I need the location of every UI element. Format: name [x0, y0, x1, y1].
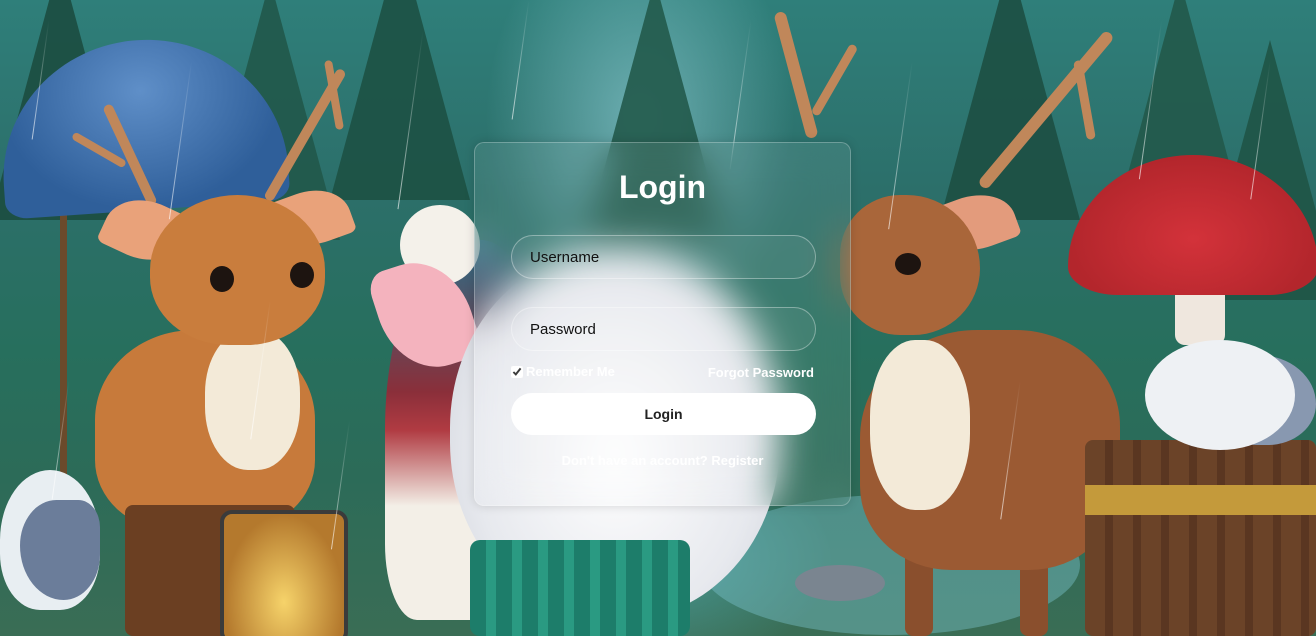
remember-me-checkbox[interactable]	[511, 365, 523, 378]
cat-scarf	[470, 540, 690, 636]
username-input[interactable]	[511, 235, 816, 279]
deer-chest	[205, 330, 300, 470]
barrel-band	[1085, 485, 1316, 515]
password-input[interactable]	[511, 307, 816, 351]
tree-shape	[330, 0, 470, 200]
register-prompt-text: Don't have an account?	[561, 453, 708, 468]
remember-me-label: Remember Me	[526, 364, 615, 379]
forgot-password-link[interactable]: Forgot Password	[708, 365, 814, 380]
register-prompt: Don't have an account? Register	[475, 453, 850, 468]
login-button[interactable]: Login	[511, 393, 816, 435]
bird	[1145, 340, 1295, 450]
remember-me[interactable]: Remember Me	[511, 364, 615, 379]
deer-eye	[895, 253, 921, 275]
antler	[773, 10, 819, 140]
login-title: Login	[618, 169, 707, 205]
deer-eye	[290, 262, 314, 288]
register-link[interactable]: Register	[711, 453, 763, 468]
rain-streak	[511, 0, 530, 120]
tree-shape	[940, 0, 1080, 220]
rock	[795, 565, 885, 601]
deer-eye	[210, 266, 234, 292]
antler	[810, 43, 859, 117]
deer-chest	[870, 340, 970, 510]
lantern-icon	[220, 510, 348, 636]
barrel-stump	[1085, 440, 1316, 636]
login-card: Login Remember Me Forgot Password Login …	[474, 142, 851, 506]
